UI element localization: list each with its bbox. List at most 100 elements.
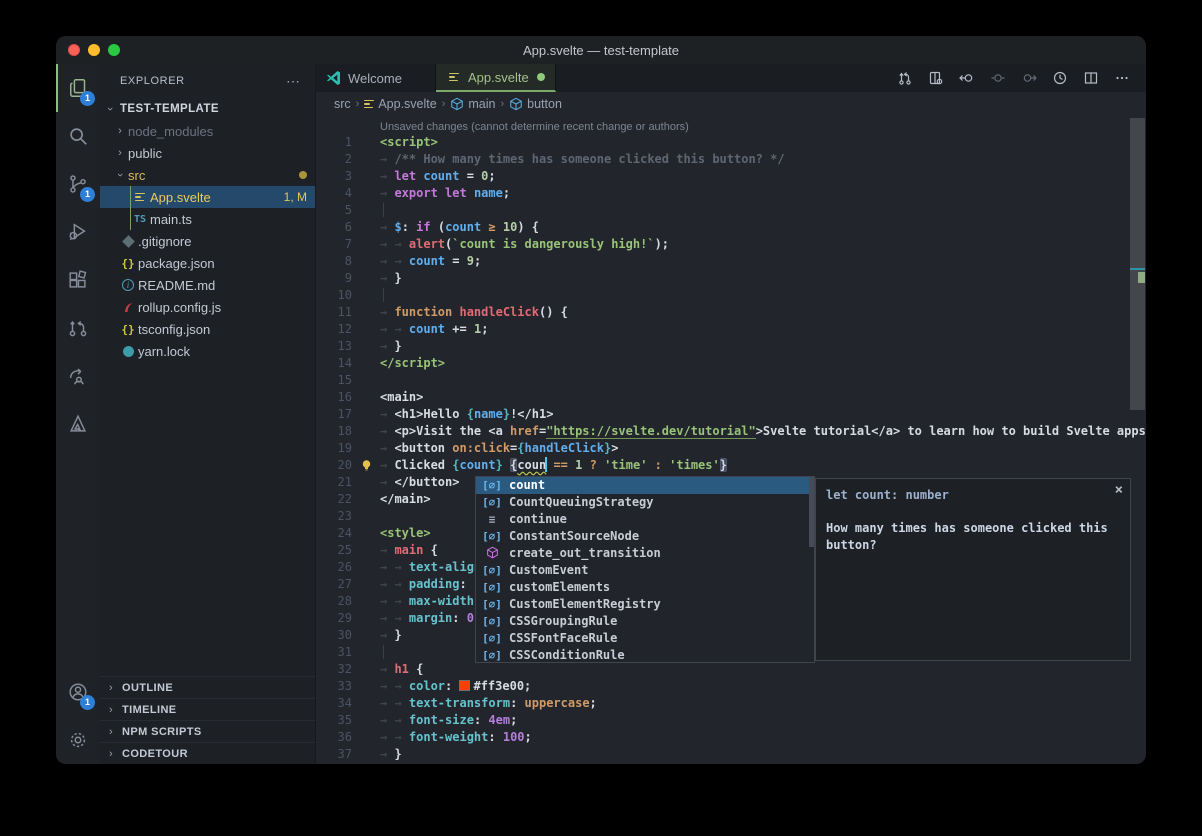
line-number: 31 bbox=[316, 644, 352, 661]
section-timeline[interactable]: ›TIMELINE bbox=[100, 698, 315, 720]
tree-item-readme-md[interactable]: iREADME.md bbox=[100, 274, 315, 296]
close-icon[interactable]: × bbox=[1115, 482, 1123, 499]
tree-item-label: README.md bbox=[138, 278, 215, 293]
title-bar[interactable]: App.svelte — test-template bbox=[56, 36, 1146, 64]
overview-ruler-cursor-mark bbox=[1130, 268, 1145, 270]
explorer-activity-icon[interactable]: 1 bbox=[56, 64, 100, 112]
svelte-file-icon bbox=[364, 100, 374, 109]
next-change-icon[interactable] bbox=[1021, 70, 1037, 86]
chevron-right-icon: › bbox=[100, 748, 122, 760]
editor-scrollbar[interactable] bbox=[1130, 118, 1145, 410]
split-editor-icon[interactable] bbox=[1083, 70, 1099, 86]
code-line-35: 35→ → font-size: 4em; bbox=[316, 712, 1146, 729]
code-line-16: 16<main> bbox=[316, 389, 1146, 406]
run-and-debug-activity-icon[interactable] bbox=[56, 208, 100, 256]
code-editor[interactable]: Unsaved changes (cannot determine recent… bbox=[316, 116, 1146, 764]
suggestion-label: create_out_transition bbox=[509, 545, 661, 562]
code-line-1: 1<script> bbox=[316, 134, 1146, 151]
suggestion-cssgroupingrule[interactable]: [∅]CSSGroupingRule bbox=[476, 613, 814, 630]
tree-item-gitignore[interactable]: .gitignore bbox=[100, 230, 315, 252]
breadcrumb-src[interactable]: src bbox=[334, 97, 351, 111]
accounts-activity-icon[interactable]: 1 bbox=[56, 668, 100, 716]
suggestion-cssfontfacerule[interactable]: [∅]CSSFontFaceRule bbox=[476, 630, 814, 647]
more-actions-icon[interactable] bbox=[1114, 70, 1130, 86]
tree-item-package-json[interactable]: {}package.json bbox=[100, 252, 315, 274]
line-number: 32 bbox=[316, 661, 352, 678]
tree-item-test-template[interactable]: ›TEST-TEMPLATE bbox=[100, 98, 315, 120]
suggestion-customevent[interactable]: [∅]CustomEvent bbox=[476, 562, 814, 579]
tab-app-svelte[interactable]: App.svelte bbox=[436, 64, 556, 92]
github-pull-requests-activity-icon[interactable] bbox=[56, 304, 100, 352]
symbol-variable-icon: [∅] bbox=[480, 528, 504, 545]
code-line-17: 17→ <h1>Hello {name}!</h1> bbox=[316, 406, 1146, 423]
suggestion-countqueuingstrategy[interactable]: [∅]CountQueuingStrategy bbox=[476, 494, 814, 511]
suggest-scrollbar[interactable] bbox=[809, 477, 814, 547]
rollup-file-icon bbox=[118, 301, 138, 314]
tree-item-app-svelte[interactable]: App.svelte 1, M bbox=[100, 186, 315, 208]
breadcrumb-app-svelte[interactable]: App.svelte bbox=[364, 97, 436, 111]
glyph-margin bbox=[352, 406, 380, 423]
live-share-activity-icon[interactable] bbox=[56, 352, 100, 400]
tree-item-node-modules[interactable]: ›node_modules bbox=[100, 120, 315, 142]
lightbulb-icon[interactable] bbox=[352, 457, 380, 474]
json-file-icon: {} bbox=[118, 323, 138, 336]
suggestion-customelements[interactable]: [∅]customElements bbox=[476, 579, 814, 596]
chevron-down-icon: › bbox=[112, 169, 128, 181]
chevron-right-icon: › bbox=[100, 704, 122, 716]
suggestion-constantsourcenode[interactable]: [∅]ConstantSourceNode bbox=[476, 528, 814, 545]
problems-git-badge: 1, M bbox=[284, 190, 307, 204]
modified-dot-icon[interactable] bbox=[537, 73, 545, 81]
suggestion-continue[interactable]: ≡continue bbox=[476, 511, 814, 528]
glyph-margin bbox=[352, 355, 380, 372]
search-activity-icon[interactable] bbox=[56, 112, 100, 160]
extensions-activity-icon[interactable] bbox=[56, 256, 100, 304]
tree-item-src[interactable]: ›src bbox=[100, 164, 315, 186]
tab-welcome[interactable]: Welcome bbox=[316, 64, 436, 92]
line-number: 20 bbox=[316, 457, 352, 474]
source-control-activity-icon[interactable]: 1 bbox=[56, 160, 100, 208]
line-number: 37 bbox=[316, 746, 352, 763]
tree-item-yarn-lock[interactable]: yarn.lock bbox=[100, 340, 315, 362]
glyph-margin bbox=[352, 627, 380, 644]
section-outline[interactable]: ›OUTLINE bbox=[100, 676, 315, 698]
suggestion-count[interactable]: [∅]count bbox=[476, 477, 814, 494]
sidebar-bottom-sections: ›OUTLINE›TIMELINE›NPM SCRIPTS›CODETOUR bbox=[100, 676, 315, 764]
previous-change-icon[interactable] bbox=[959, 70, 975, 86]
glyph-margin bbox=[352, 712, 380, 729]
settings-gear-activity-icon[interactable] bbox=[56, 716, 100, 764]
minimize-window-button[interactable] bbox=[88, 44, 100, 56]
file-history-icon[interactable] bbox=[1052, 70, 1068, 86]
section-label: TIMELINE bbox=[122, 704, 177, 716]
line-number: 34 bbox=[316, 695, 352, 712]
glyph-margin bbox=[352, 576, 380, 593]
explorer-more-actions-icon[interactable]: ⋯ bbox=[286, 73, 301, 90]
symbol-function-icon bbox=[480, 545, 504, 562]
tree-item-tsconfig-json[interactable]: {}tsconfig.json bbox=[100, 318, 315, 340]
suggestion-label: CSSConditionRule bbox=[509, 647, 625, 663]
section-codetour[interactable]: ›CODETOUR bbox=[100, 742, 315, 764]
suggestion-customelementregistry[interactable]: [∅]CustomElementRegistry bbox=[476, 596, 814, 613]
azure-activity-icon[interactable] bbox=[56, 400, 100, 448]
close-window-button[interactable] bbox=[68, 44, 80, 56]
current-change-icon[interactable] bbox=[990, 70, 1006, 86]
symbol-variable-icon: [∅] bbox=[480, 494, 504, 511]
tree-item-rollup-config-js[interactable]: rollup.config.js bbox=[100, 296, 315, 318]
tree-item-public[interactable]: ›public bbox=[100, 142, 315, 164]
suggestion-create-out-transition[interactable]: create_out_transition bbox=[476, 545, 814, 562]
code-line-36: 36→ → font-weight: 100; bbox=[316, 729, 1146, 746]
zoom-window-button[interactable] bbox=[108, 44, 120, 56]
breadcrumb-main[interactable]: main bbox=[450, 97, 495, 111]
open-changes-icon[interactable] bbox=[928, 70, 944, 86]
symbol-variable-icon: [∅] bbox=[480, 613, 504, 630]
tree-item-main-ts[interactable]: TSmain.ts bbox=[100, 208, 315, 230]
suggestion-cssconditionrule[interactable]: [∅]CSSConditionRule bbox=[476, 647, 814, 663]
line-number: 36 bbox=[316, 729, 352, 746]
tree-item-label: App.svelte bbox=[150, 190, 211, 205]
line-number: 9 bbox=[316, 270, 352, 287]
symbol-variable-icon: [∅] bbox=[480, 562, 504, 579]
breadcrumb-button[interactable]: button bbox=[509, 97, 562, 111]
section-label: CODETOUR bbox=[122, 748, 188, 760]
section-npm-scripts[interactable]: ›NPM SCRIPTS bbox=[100, 720, 315, 742]
line-number: 33 bbox=[316, 678, 352, 695]
compare-changes-icon[interactable] bbox=[897, 70, 913, 86]
